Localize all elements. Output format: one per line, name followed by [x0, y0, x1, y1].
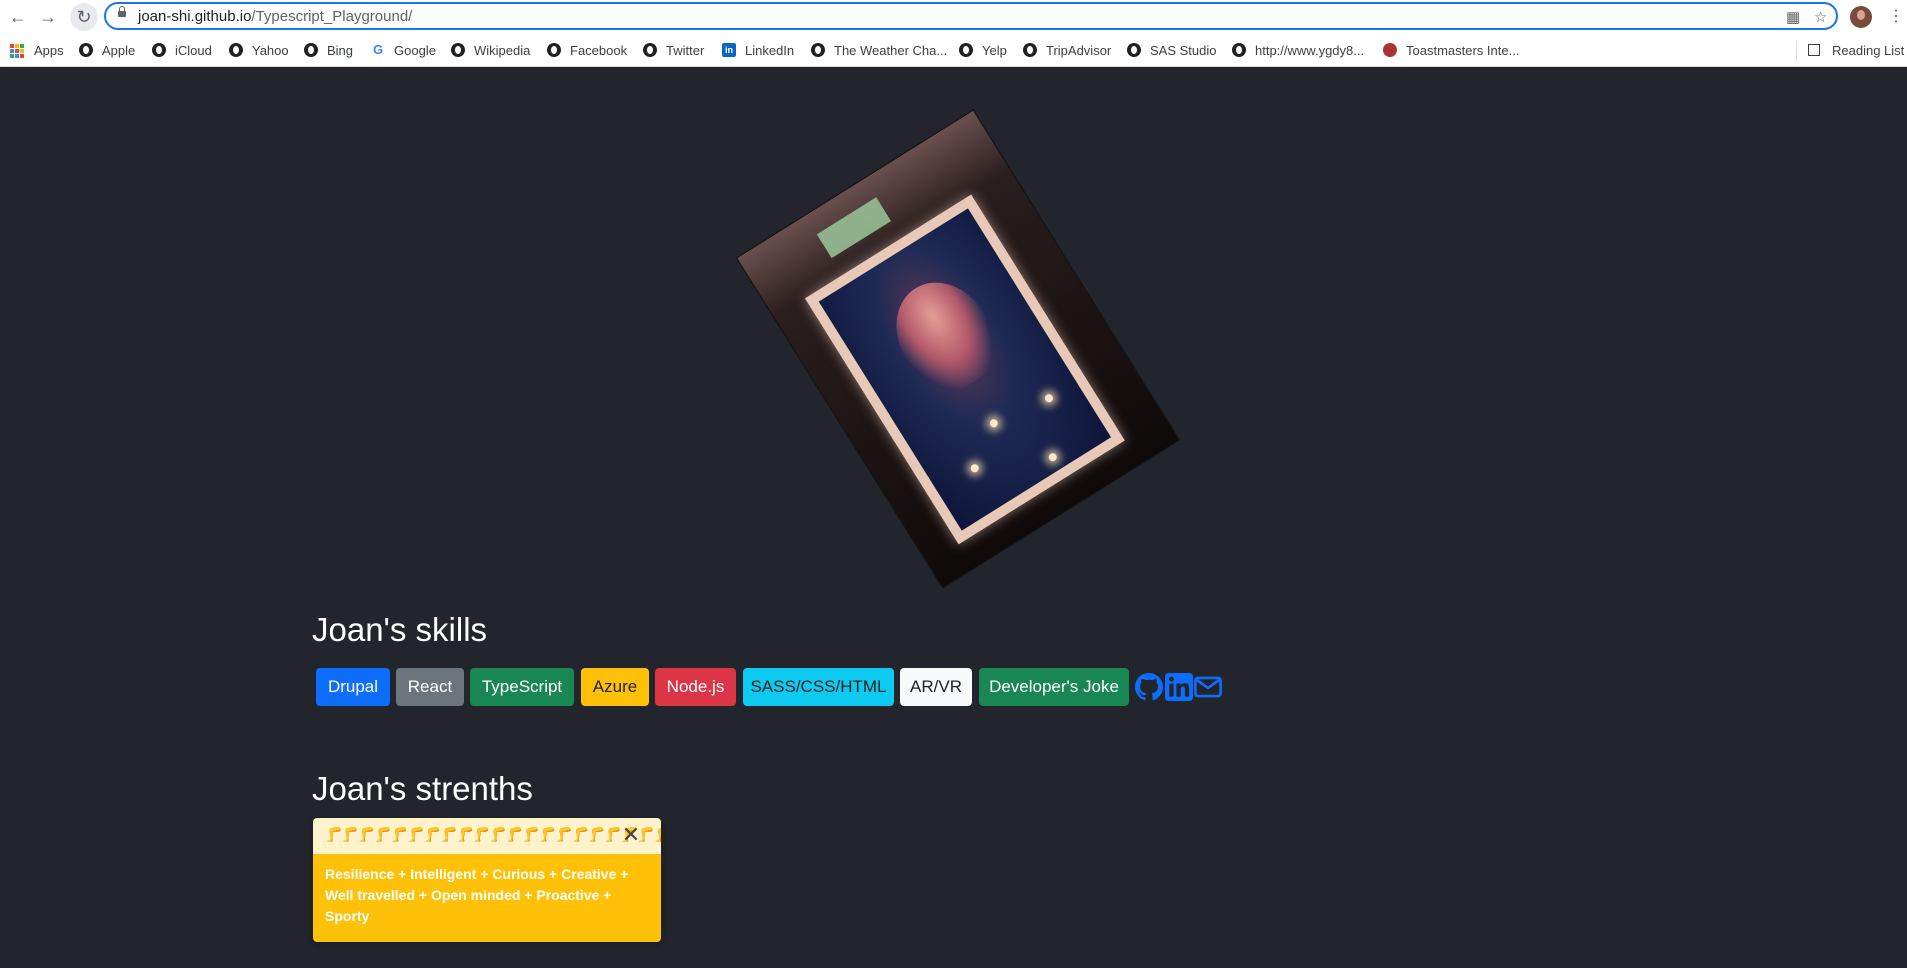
- globe-icon: [1232, 43, 1246, 57]
- star-icon[interactable]: ☆: [1814, 8, 1827, 26]
- bookmark-icloud[interactable]: iCloud: [175, 43, 212, 58]
- globe-icon: [229, 43, 243, 57]
- bookmark-yahoo[interactable]: Yahoo: [252, 43, 289, 58]
- light-dot: [1043, 392, 1055, 404]
- bookmark-tripadvisor[interactable]: TripAdvisor: [1046, 43, 1111, 58]
- github-icon[interactable]: [1135, 673, 1163, 701]
- globe-icon: [643, 43, 657, 57]
- reading-list-icon: [1808, 44, 1820, 56]
- toast-header: 🦵🦵🦵🦵🦵🦵🦵🦵🦵🦵🦵🦵🦵🦵🦵🦵🦵🦵🦵🦵🦵 ✕: [313, 818, 661, 854]
- linkedin-icon: in: [722, 43, 736, 57]
- exit-sign: [816, 197, 892, 259]
- bookmark-wikipedia[interactable]: Wikipedia: [474, 43, 530, 58]
- bookmark-yelp[interactable]: Yelp: [982, 43, 1007, 58]
- profile-avatar[interactable]: [1850, 6, 1872, 28]
- toastmasters-icon: [1383, 43, 1397, 57]
- bookmark-google[interactable]: Google: [394, 43, 436, 58]
- globe-icon: [79, 43, 93, 57]
- light-dot: [988, 417, 1000, 429]
- browser-toolbar: ← → ↻ joan-shi.github.io/Typescript_Play…: [0, 0, 1907, 34]
- mail-icon[interactable]: [1194, 673, 1222, 701]
- reload-icon: ↻: [76, 7, 92, 27]
- globe-icon: [959, 43, 973, 57]
- skill-button-sass-css-html[interactable]: SASS/CSS/HTML: [743, 668, 894, 706]
- reading-list-button[interactable]: Reading List: [1832, 43, 1904, 58]
- apps-grid-icon: [10, 44, 24, 58]
- skills-heading: Joan's skills: [312, 611, 488, 648]
- skill-button-nodejs[interactable]: Node.js: [655, 668, 736, 706]
- url-host: joan-shi.github.io: [138, 8, 252, 25]
- skill-button-drupal[interactable]: Drupal: [316, 668, 390, 706]
- globe-icon: [547, 43, 561, 57]
- bookmark-apps[interactable]: Apps: [34, 43, 64, 58]
- globe-icon: [1127, 43, 1141, 57]
- globe-icon: [304, 43, 318, 57]
- skill-button-ar-vr[interactable]: AR/VR: [900, 668, 972, 706]
- globe-icon: [152, 43, 166, 57]
- bookmark-ygdy8[interactable]: http://www.ygdy8...: [1255, 43, 1364, 58]
- bookmark-weather[interactable]: The Weather Cha...: [834, 43, 947, 58]
- bookmark-linkedin[interactable]: LinkedIn: [745, 43, 794, 58]
- bookmarks-bar: Apps Apple iCloud Yahoo Bing G Google Wi…: [0, 34, 1907, 67]
- skill-button-typescript[interactable]: TypeScript: [470, 668, 574, 706]
- bookmark-apple[interactable]: Apple: [102, 43, 135, 58]
- jellyfish-artwork-image: [737, 110, 1179, 588]
- close-icon[interactable]: ✕: [619, 823, 643, 847]
- strengths-heading: Joan's strenths: [312, 770, 533, 807]
- google-icon: G: [372, 42, 384, 57]
- linkedin-icon[interactable]: [1165, 673, 1193, 701]
- qr-code-icon[interactable]: ▦: [1786, 8, 1800, 26]
- jellyfish-shape: [877, 264, 1012, 406]
- url-path: /Typescript_Playground/: [251, 8, 413, 25]
- reload-button[interactable]: ↻: [70, 3, 98, 31]
- bookmark-twitter[interactable]: Twitter: [666, 43, 704, 58]
- strengths-toast: 🦵🦵🦵🦵🦵🦵🦵🦵🦵🦵🦵🦵🦵🦵🦵🦵🦵🦵🦵🦵🦵 ✕ Resilience + Int…: [313, 818, 661, 942]
- strengths-text: Resilience + Intelligent + Curious + Cre…: [313, 854, 661, 942]
- lock-icon: [118, 6, 126, 17]
- light-dot: [969, 462, 981, 474]
- light-dot: [1047, 451, 1059, 463]
- skill-button-azure[interactable]: Azure: [581, 668, 649, 706]
- skill-button-react[interactable]: React: [396, 668, 464, 706]
- forward-arrow-icon[interactable]: →: [38, 7, 58, 27]
- globe-icon: [451, 43, 465, 57]
- address-bar[interactable]: joan-shi.github.io/Typescript_Playground…: [104, 2, 1838, 30]
- globe-icon: [1023, 43, 1037, 57]
- globe-icon: [811, 43, 825, 57]
- picture-frame: [804, 194, 1125, 545]
- leg-emoji-row: 🦵🦵🦵🦵🦵🦵🦵🦵🦵🦵🦵🦵🦵🦵🦵🦵🦵🦵🦵🦵🦵: [325, 826, 661, 842]
- menu-dots-icon[interactable]: ⋮: [1888, 6, 1904, 26]
- bookmark-facebook[interactable]: Facebook: [570, 43, 627, 58]
- back-arrow-icon[interactable]: ←: [8, 7, 28, 27]
- bookmark-sas-studio[interactable]: SAS Studio: [1150, 43, 1217, 58]
- bookmark-toastmasters[interactable]: Toastmasters Inte...: [1406, 43, 1519, 58]
- url-text: joan-shi.github.io/Typescript_Playground…: [138, 8, 412, 25]
- bookmarks-divider: [1796, 41, 1797, 61]
- profile-photo: [734, 100, 1180, 588]
- developers-joke-button[interactable]: Developer's Joke: [979, 668, 1129, 706]
- bookmark-bing[interactable]: Bing: [327, 43, 353, 58]
